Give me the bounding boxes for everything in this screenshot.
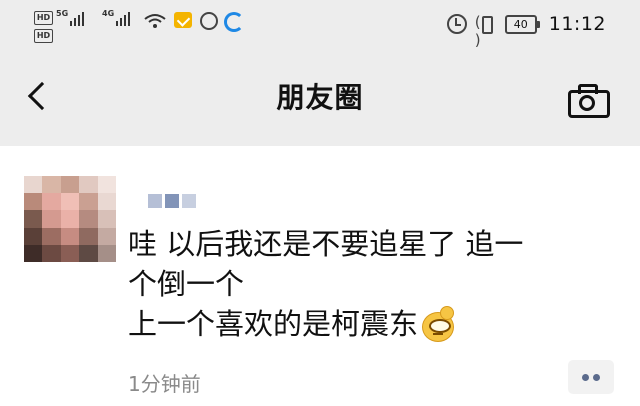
post-time: 1分钟前: [128, 372, 201, 396]
battery-icon: 40: [504, 14, 540, 34]
camera-icon[interactable]: [566, 83, 610, 118]
signal-icon-2: [116, 12, 130, 26]
page-title: 朋友圈: [276, 81, 364, 114]
status-time: 11:12: [548, 13, 606, 35]
status-right: 40 11:12: [446, 12, 606, 49]
post-text-line-3-text: 上一个喜欢的是柯震东: [128, 307, 419, 341]
avatar[interactable]: [24, 176, 116, 262]
alarm-icon: [446, 14, 467, 34]
navigation-bar: 朋友圈: [0, 50, 640, 146]
hd-badge-2: HD: [34, 29, 53, 43]
network-label-1: 5G: [56, 9, 69, 18]
battery-level: 40: [504, 14, 537, 34]
more-dots-icon[interactable]: [568, 360, 614, 394]
moments-post: 哇 以后我还是不要追星了 追一 个倒一个 上一个喜欢的是柯震东 1分钟前: [0, 146, 640, 406]
app-circle-icon: [200, 12, 218, 30]
network-label-2: 4G: [102, 9, 115, 18]
post-text-line-1: 哇 以后我还是不要追星了 追一: [128, 227, 524, 261]
post-text: 哇 以后我还是不要追星了 追一 个倒一个 上一个喜欢的是柯震东: [128, 224, 598, 344]
sweat-smile-emoji-icon: [420, 306, 456, 342]
vibrate-icon: [475, 13, 496, 49]
app-notification-icon: [174, 12, 192, 28]
post-text-line-3: 上一个喜欢的是柯震东: [128, 304, 598, 344]
hd-badge-1: HD: [34, 11, 53, 25]
status-bar: HD HD 5G 4G 40 11:12: [0, 0, 640, 50]
wifi-icon: [144, 14, 166, 28]
app-sync-icon: [224, 12, 244, 32]
username-blurred[interactable]: [148, 194, 196, 208]
post-text-line-2: 个倒一个: [128, 267, 245, 301]
signal-icon: [70, 12, 84, 26]
